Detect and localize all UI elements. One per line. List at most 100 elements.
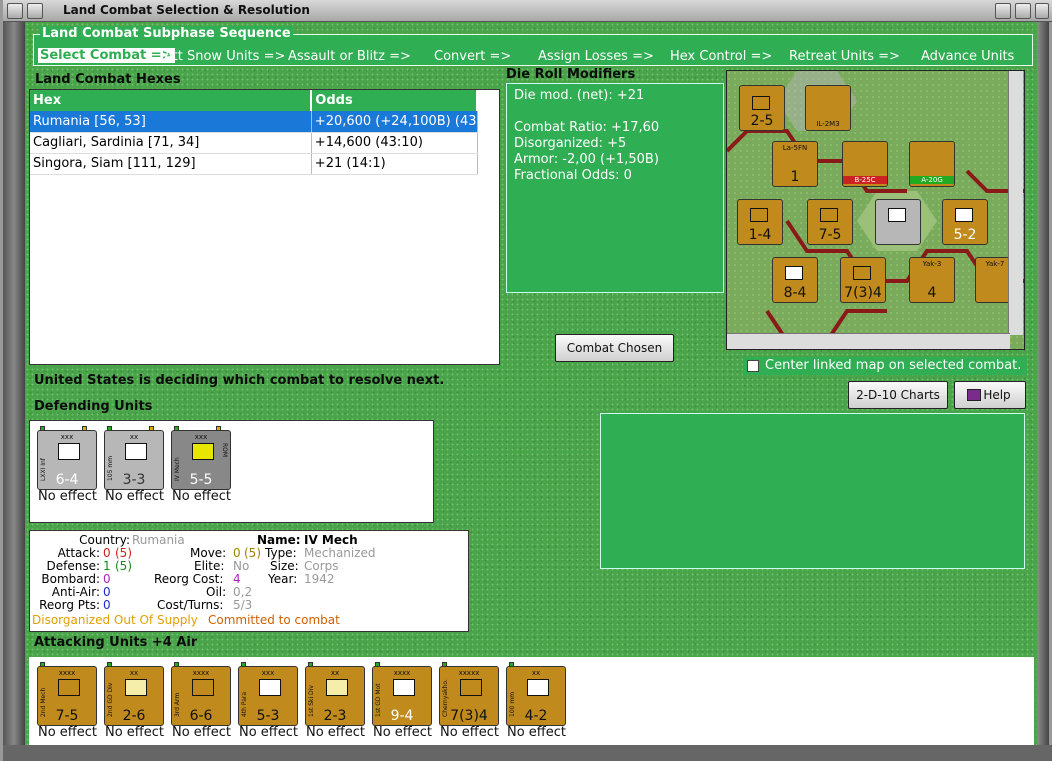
type-key: Type: (265, 546, 297, 560)
unit-strength: 2-3 (323, 708, 347, 724)
map-vertical-scrollbar[interactable] (1008, 71, 1023, 335)
attacking-unit[interactable]: xxx 4th Para 5-3 (238, 662, 298, 726)
unit-strength: 4-2 (524, 708, 548, 724)
map-counter-strength: 1 (790, 169, 800, 185)
unit-effect: No effect (105, 489, 165, 504)
map-air-label: A-20G (910, 176, 954, 184)
armor-icon (192, 679, 214, 696)
unit-effect: No effect (38, 489, 98, 504)
unit-strength: 6-4 (55, 472, 79, 488)
reorgpts-value: 0 (103, 598, 111, 612)
attacking-unit[interactable]: xx 1st Ski Div 2-3 (305, 662, 365, 726)
pin-icon[interactable] (27, 3, 43, 19)
attacking-unit[interactable]: xx 100 mm 4-2 (506, 662, 566, 726)
help-button[interactable]: Help (954, 381, 1026, 409)
reorgpts-key: Reorg Pts: (39, 598, 100, 612)
unit-effect: No effect (306, 725, 366, 740)
map-counter-strength: 5-2 (953, 227, 977, 243)
unit-strength: 7(3)4 (450, 708, 488, 724)
window-title: Land Combat Selection & Resolution (63, 3, 310, 17)
year-key: Year: (268, 572, 298, 586)
map-counter[interactable]: 7-5 (807, 199, 853, 245)
map-air-counter[interactable]: Yak-3 4 (909, 257, 955, 303)
map-air-counter[interactable]: A-20G (909, 141, 955, 187)
unit-size: xxxx (393, 669, 411, 677)
step-hex-control[interactable]: Hex Control => (670, 49, 772, 64)
combat-chosen-button[interactable]: Combat Chosen (555, 334, 674, 362)
center-map-checkbox[interactable]: Center linked map on selected combat. (743, 357, 1027, 375)
status-pip (82, 426, 87, 431)
minimize-icon[interactable] (995, 3, 1011, 19)
mech-icon (192, 443, 214, 460)
defending-unit[interactable]: xxx LXXI Inf 6-4 (37, 426, 97, 490)
header-hex[interactable]: Hex (30, 90, 313, 111)
map-counter-strength: 7(3)4 (844, 285, 882, 301)
defending-unit[interactable]: xxx IV Mech ROM 5-5 (171, 426, 231, 490)
status-pip (174, 426, 179, 431)
attacking-unit[interactable]: xx 2nd GD Div 2-6 (104, 662, 164, 726)
unit-size: xxxx (58, 669, 76, 677)
map-air-counter[interactable]: La-5FN 1 (772, 141, 818, 187)
map-counter[interactable]: 7(3)4 (840, 257, 886, 303)
artillery-icon (527, 679, 549, 696)
step-assault-or-blitz[interactable]: Assault or Blitz => (288, 49, 411, 64)
map-counter[interactable]: 5-2 (942, 199, 988, 245)
move-key: Move: (190, 546, 227, 560)
map-counter[interactable]: 2-5 (739, 85, 785, 131)
oil-key: Oil: (206, 585, 227, 599)
system-menu-icon[interactable] (7, 3, 23, 19)
map-counter-strength: 4 (927, 285, 937, 301)
dieroll-label: Die Roll Modifiers (506, 67, 636, 82)
row-odds: +21 (14:1) (311, 153, 478, 175)
unit-effect: No effect (507, 725, 567, 740)
hexes-table: Hex Odds Rumania [56, 53] +20,600 (+24,1… (30, 90, 478, 175)
cost-turns-value: 5/3 (233, 598, 253, 612)
map-air-counter[interactable]: IL-2M3 (805, 85, 851, 131)
unit-strength: 3-3 (122, 472, 146, 488)
map-counter[interactable]: 1-4 (737, 199, 783, 245)
cost-turns-key: Cost/Turns: (157, 598, 224, 612)
reorg-cost-value: 4 (233, 572, 241, 586)
unit-size: xxx (194, 433, 208, 441)
defense-potential: (5) (115, 559, 132, 573)
attacking-unit[interactable]: xxxxx Chernyakho. 7(3)4 (439, 662, 499, 726)
motorized-icon (125, 679, 147, 696)
checkbox-icon[interactable] (747, 360, 759, 372)
header-odds[interactable]: Odds (311, 90, 478, 111)
attacking-unit[interactable]: xxxx 3rd Arm 6-6 (171, 662, 231, 726)
hexes-label: Land Combat Hexes (35, 72, 181, 87)
linked-map[interactable]: 2-5 IL-2M3 La-5FN 1 B-25C A-20G 1-4 7-5 5… (726, 70, 1025, 350)
attacking-unit[interactable]: xxxx 2nd Mech 7-5 (37, 662, 97, 726)
close-icon[interactable] (1035, 3, 1049, 19)
unit-size: xx (531, 669, 541, 677)
map-air-counter[interactable]: B-25C (842, 141, 888, 187)
status-pip (509, 662, 514, 667)
attacking-unit[interactable]: xxxx 1st GD Mot 9-4 (372, 662, 432, 726)
status-bar (3, 745, 1052, 761)
year-value: 1942 (304, 572, 335, 586)
step-att-snow-units[interactable]: Att Snow Units => (164, 49, 285, 64)
map-counter-strength: 2-5 (750, 113, 774, 129)
hq-icon (460, 679, 482, 696)
unit-effect: No effect (38, 725, 98, 740)
step-select-combat[interactable]: Select Combat => (38, 48, 175, 63)
attack-value: 0 (103, 546, 111, 560)
row-hex: Rumania [56, 53] (30, 111, 312, 133)
table-row[interactable]: Cagliari, Sardinia [71, 34] +14,600 (43:… (30, 132, 478, 154)
charts-button[interactable]: 2-D-10 Charts (848, 381, 948, 409)
unit-effect: No effect (440, 725, 500, 740)
map-horizontal-scrollbar[interactable] (727, 333, 1010, 349)
step-advance-units[interactable]: Advance Units (921, 49, 1014, 64)
table-row[interactable]: Rumania [56, 53] +20,600 (+24,100B) (43 (30, 111, 478, 133)
disorganized-line: Disorganized: +5 (514, 136, 627, 151)
unit-effect: No effect (172, 489, 232, 504)
table-row[interactable]: Singora, Siam [111, 129] +21 (14:1) (30, 153, 478, 175)
map-combat-counter[interactable] (875, 199, 921, 245)
step-convert[interactable]: Convert => (434, 49, 511, 64)
maximize-icon[interactable] (1015, 3, 1031, 19)
step-retreat-units[interactable]: Retreat Units => (789, 49, 900, 64)
step-assign-losses[interactable]: Assign Losses => (538, 49, 654, 64)
defending-unit[interactable]: xx 105 mm 3-3 (104, 426, 164, 490)
attacking-units-panel: xxxx 2nd Mech 7-5 No effect xx 2nd GD Di… (29, 657, 1034, 746)
map-counter[interactable]: 8-4 (772, 257, 818, 303)
